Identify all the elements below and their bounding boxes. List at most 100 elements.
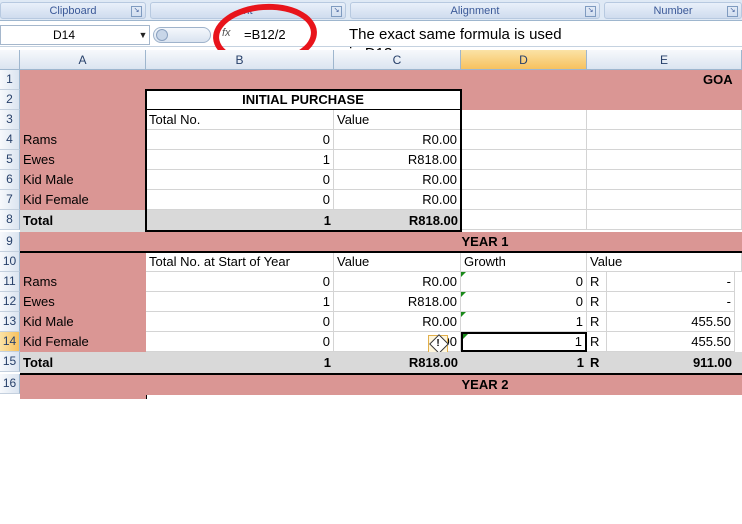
ribbon-group-clipboard[interactable]: Clipboard ↘ [0, 2, 146, 19]
currency-cell[interactable]: R [587, 292, 607, 312]
amount-cell[interactable]: 455.50 [607, 312, 735, 332]
initial-purchase-table-border [145, 89, 462, 232]
row-header[interactable]: 9 [0, 232, 20, 252]
dialog-launcher-icon[interactable]: ↘ [727, 6, 738, 17]
cropped-border [146, 395, 147, 399]
row-header[interactable]: 7 [0, 190, 20, 210]
error-indicator-icon [463, 334, 468, 339]
growth-value: 0 [575, 274, 583, 289]
total-currency[interactable]: R [587, 353, 607, 373]
count-cell[interactable]: 0 [146, 272, 334, 292]
row-header[interactable]: 6 [0, 170, 20, 190]
growth-value: 1 [575, 314, 583, 329]
dialog-launcher-icon[interactable]: ↘ [585, 6, 596, 17]
growth-cell[interactable]: 0 [461, 272, 587, 292]
year1-header[interactable]: YEAR 1 [20, 232, 742, 252]
row-header[interactable]: 11 [0, 272, 20, 292]
cell[interactable] [587, 210, 742, 230]
dialog-launcher-icon[interactable]: ↘ [131, 6, 142, 17]
total-amount[interactable]: 911.00 [607, 353, 735, 373]
row-header[interactable]: 10 [0, 252, 20, 272]
year1-col-header[interactable]: Value [334, 252, 461, 272]
error-indicator-icon [461, 292, 466, 297]
error-indicator-icon [461, 312, 466, 317]
row-label[interactable]: Rams [20, 130, 146, 150]
year1-col-header[interactable]: Total No. at Start of Year [146, 252, 334, 272]
currency-cell[interactable]: R [587, 332, 607, 352]
column-header-b[interactable]: B [146, 50, 334, 70]
year2-header[interactable]: YEAR 2 [20, 375, 742, 395]
row-header[interactable]: 13 [0, 312, 20, 332]
total-growth[interactable]: 1 [461, 353, 587, 373]
cell[interactable] [587, 190, 742, 210]
row-header[interactable]: 14 [0, 332, 20, 352]
name-box-dropdown-icon[interactable]: ▼ [136, 25, 150, 45]
value-cell[interactable]: R0.00 [334, 272, 461, 292]
count-cell[interactable]: 1 [146, 292, 334, 312]
title-band [20, 70, 742, 90]
row-label[interactable]: Kid Male [20, 170, 146, 190]
ribbon-group-number[interactable]: Number ↘ [604, 2, 742, 19]
year1-col-header[interactable]: Growth [461, 252, 587, 272]
row-label[interactable]: Kid Male [20, 312, 146, 332]
total-value[interactable]: R818.00 [334, 353, 461, 373]
ribbon-group-label: Number [653, 5, 693, 17]
cell[interactable] [461, 110, 587, 130]
row-header[interactable]: 15 [0, 352, 20, 372]
row-header[interactable]: 2 [0, 90, 20, 110]
row-header[interactable]: 8 [0, 210, 20, 230]
value-cell[interactable]: R818.00 [334, 292, 461, 312]
header-band [461, 90, 742, 110]
cell[interactable] [461, 210, 587, 230]
cell[interactable] [587, 170, 742, 190]
row-label[interactable]: Kid Female [20, 332, 146, 352]
cell[interactable] [461, 190, 587, 210]
year1-col-header[interactable]: Value [587, 252, 742, 272]
amount-cell[interactable]: - [607, 272, 735, 292]
select-all-corner[interactable] [0, 50, 20, 70]
growth-value: 0 [575, 294, 583, 309]
column-header-d[interactable]: D [461, 50, 587, 70]
row-label[interactable]: Rams [20, 272, 146, 292]
ribbon-group-label: Alignment [450, 5, 500, 17]
total-label[interactable]: Total [20, 211, 146, 231]
row-label[interactable]: Ewes [20, 292, 146, 312]
row-header[interactable]: 5 [0, 150, 20, 170]
sheet-title[interactable]: GOA [700, 70, 742, 90]
value-cell[interactable]: R0.00 [334, 312, 461, 332]
name-box[interactable]: D14 [0, 25, 150, 45]
active-cell-d14[interactable]: 1 [461, 332, 587, 352]
cell[interactable] [587, 110, 742, 130]
row-header[interactable]: 4 [0, 130, 20, 150]
row-header[interactable]: 16 [0, 374, 20, 394]
total-count[interactable]: 1 [146, 353, 334, 373]
count-cell[interactable]: 0 [146, 312, 334, 332]
error-checking-button[interactable]: ! [428, 334, 449, 354]
amount-cell[interactable]: 455.50 [607, 332, 735, 352]
column-header-e[interactable]: E [587, 50, 742, 70]
year1-table-top-border [20, 251, 742, 253]
growth-cell[interactable]: 1 [461, 312, 587, 332]
column-header-a[interactable]: A [20, 50, 146, 70]
row-label[interactable]: Ewes [20, 150, 146, 170]
cell[interactable] [461, 170, 587, 190]
currency-cell[interactable]: R [587, 272, 607, 292]
count-cell[interactable]: 0 [146, 332, 334, 352]
row-header[interactable]: 1 [0, 70, 20, 90]
growth-cell[interactable]: 0 [461, 292, 587, 312]
row-header[interactable]: 12 [0, 292, 20, 312]
column-header-c[interactable]: C [334, 50, 461, 70]
cell[interactable] [587, 150, 742, 170]
resize-knob-icon[interactable] [156, 29, 168, 41]
ribbon-group-label: Clipboard [49, 5, 97, 17]
cell[interactable] [461, 130, 587, 150]
currency-cell[interactable]: R [587, 312, 607, 332]
row-header[interactable]: 3 [0, 110, 20, 130]
cell[interactable] [587, 130, 742, 150]
ribbon-group-alignment[interactable]: Alignment ↘ [350, 2, 600, 19]
dialog-launcher-icon[interactable]: ↘ [331, 6, 342, 17]
total-label[interactable]: Total [20, 353, 146, 373]
amount-cell[interactable]: - [607, 292, 735, 312]
cell[interactable] [461, 150, 587, 170]
row-label[interactable]: Kid Female [20, 190, 146, 210]
